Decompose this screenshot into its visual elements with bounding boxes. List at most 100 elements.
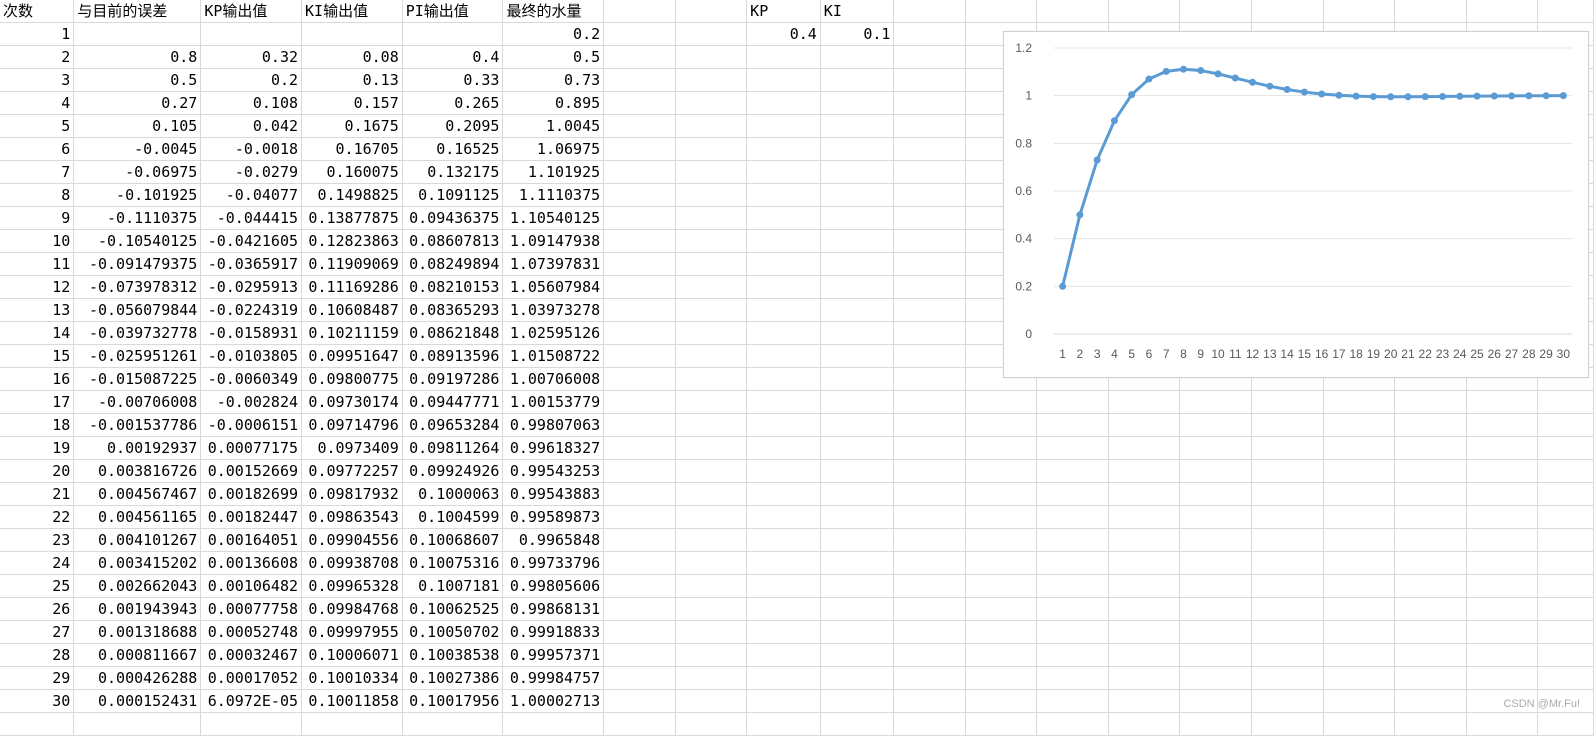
cell[interactable]: 19 <box>0 436 75 460</box>
cell[interactable] <box>893 505 966 529</box>
cell[interactable] <box>675 574 748 598</box>
cell[interactable] <box>603 137 676 161</box>
cell[interactable]: 0.000426288 <box>73 666 202 690</box>
cell[interactable]: 0.10211159 <box>301 321 403 345</box>
cell[interactable]: -0.0006151 <box>200 413 303 437</box>
cell[interactable] <box>1179 390 1252 414</box>
cell[interactable]: 0.001318688 <box>73 620 202 644</box>
cell[interactable]: 0.09984768 <box>301 597 403 621</box>
cell[interactable] <box>1537 413 1594 437</box>
cell[interactable] <box>1323 643 1396 667</box>
cell[interactable] <box>1179 574 1252 598</box>
cell[interactable]: 0.08607813 <box>402 229 504 253</box>
cell[interactable] <box>675 252 748 276</box>
cell[interactable]: -0.0103805 <box>200 344 303 368</box>
cell[interactable] <box>1323 436 1396 460</box>
cell[interactable]: 0.00152669 <box>200 459 303 483</box>
cell[interactable] <box>675 91 748 115</box>
cell[interactable] <box>746 344 821 368</box>
cell[interactable]: 0.00182447 <box>200 505 303 529</box>
cell[interactable]: 0.00052748 <box>200 620 303 644</box>
cell[interactable] <box>1537 551 1594 575</box>
cell[interactable] <box>820 689 895 713</box>
cell[interactable]: 0.00106482 <box>200 574 303 598</box>
cell[interactable] <box>603 482 676 506</box>
cell[interactable] <box>1108 620 1181 644</box>
cell[interactable] <box>893 298 966 322</box>
cell[interactable] <box>603 597 676 621</box>
cell[interactable] <box>603 68 676 92</box>
cell[interactable] <box>1036 620 1109 644</box>
cell[interactable] <box>893 551 966 575</box>
cell[interactable]: 0.09772257 <box>301 459 403 483</box>
cell[interactable] <box>1251 574 1324 598</box>
cell[interactable]: 0.2095 <box>402 114 504 138</box>
cell[interactable]: 0.09730174 <box>301 390 403 414</box>
cell[interactable]: 7 <box>0 160 75 184</box>
cell[interactable] <box>965 597 1038 621</box>
cell[interactable]: 1 <box>0 22 75 46</box>
cell[interactable]: 1.00153779 <box>502 390 605 414</box>
cell[interactable]: -0.0060349 <box>200 367 303 391</box>
cell[interactable] <box>1179 505 1252 529</box>
cell[interactable] <box>1466 436 1539 460</box>
cell[interactable]: 0.99868131 <box>502 597 605 621</box>
cell[interactable] <box>1394 505 1467 529</box>
cell[interactable] <box>603 160 676 184</box>
cell[interactable]: 0.10038538 <box>402 643 504 667</box>
cell[interactable] <box>1108 666 1181 690</box>
cell[interactable]: 0.11909069 <box>301 252 403 276</box>
cell[interactable] <box>1036 574 1109 598</box>
cell[interactable] <box>1394 643 1467 667</box>
cell[interactable] <box>1108 390 1181 414</box>
cell[interactable] <box>603 528 676 552</box>
cell[interactable] <box>1394 597 1467 621</box>
cell[interactable] <box>603 436 676 460</box>
cell[interactable]: 0.8 <box>73 45 202 69</box>
cell[interactable] <box>893 45 966 69</box>
cell[interactable] <box>1323 528 1396 552</box>
cell[interactable] <box>603 390 676 414</box>
cell[interactable] <box>603 275 676 299</box>
cell[interactable] <box>820 505 895 529</box>
cell[interactable] <box>893 620 966 644</box>
cell[interactable] <box>675 137 748 161</box>
cell[interactable] <box>1537 0 1594 23</box>
cell[interactable] <box>675 551 748 575</box>
cell[interactable] <box>965 436 1038 460</box>
cell[interactable] <box>965 666 1038 690</box>
cell[interactable] <box>820 183 895 207</box>
cell[interactable] <box>675 45 748 69</box>
cell[interactable] <box>1179 436 1252 460</box>
cell[interactable]: 0.132175 <box>402 160 504 184</box>
cell[interactable]: 0.08 <box>301 45 403 69</box>
cell[interactable]: 1.1110375 <box>502 183 605 207</box>
cell[interactable] <box>1323 551 1396 575</box>
cell[interactable] <box>1537 643 1594 667</box>
cell[interactable] <box>820 298 895 322</box>
cell[interactable] <box>1323 413 1396 437</box>
cell[interactable]: 0.99589873 <box>502 505 605 529</box>
cell[interactable] <box>965 459 1038 483</box>
cell[interactable]: 0.32 <box>200 45 303 69</box>
cell[interactable]: 0.13877875 <box>301 206 403 230</box>
line-chart[interactable]: 0 0.2 0.4 0.6 0.8 1 1.2 1 2 3 4 5 6 7 8 9 10 11 12 13 14 15 16… <box>1003 31 1589 378</box>
cell[interactable] <box>893 206 966 230</box>
cell[interactable]: 0.1498825 <box>301 183 403 207</box>
cell[interactable]: 0.09800775 <box>301 367 403 391</box>
cell[interactable] <box>893 367 966 391</box>
cell[interactable] <box>675 68 748 92</box>
cell[interactable] <box>1323 597 1396 621</box>
cell[interactable] <box>1251 643 1324 667</box>
cell[interactable] <box>1537 574 1594 598</box>
cell[interactable] <box>1466 620 1539 644</box>
cell[interactable] <box>675 505 748 529</box>
cell[interactable] <box>1108 689 1181 713</box>
cell[interactable]: -0.0018 <box>200 137 303 161</box>
cell[interactable]: -0.1110375 <box>73 206 202 230</box>
cell[interactable]: 1.0045 <box>502 114 605 138</box>
cell[interactable] <box>893 390 966 414</box>
cell[interactable]: 8 <box>0 183 75 207</box>
cell[interactable] <box>1036 689 1109 713</box>
cell[interactable] <box>603 643 676 667</box>
